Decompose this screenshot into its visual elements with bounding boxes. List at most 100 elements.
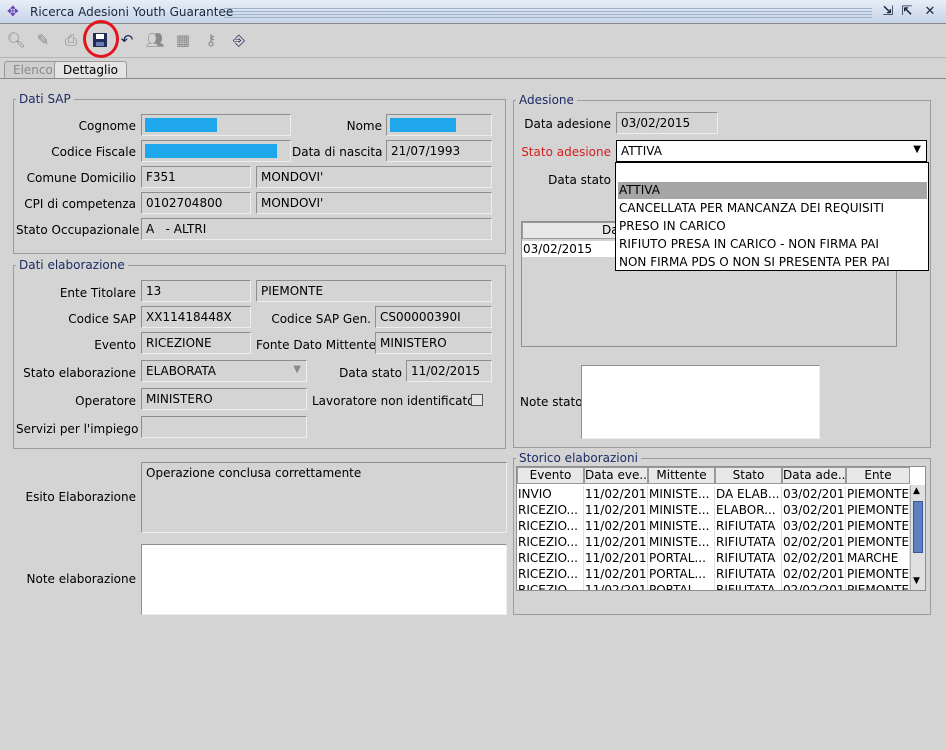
- scroll-thumb[interactable]: [913, 501, 923, 553]
- table-cell: PIEMONTE: [846, 486, 910, 502]
- table-cell: 11/02/2015: [584, 534, 648, 550]
- codice-fiscale-field[interactable]: [141, 140, 291, 162]
- table-cell: PORTAL...: [648, 582, 715, 590]
- data-nascita-label: Data di nascita: [292, 145, 383, 159]
- adesione-title: Adesione: [516, 93, 577, 107]
- dropdown-option[interactable]: PRESO IN CARICO: [618, 218, 927, 235]
- dropdown-option[interactable]: NON FIRMA PDS O NON SI PRESENTA PER PAI: [618, 254, 927, 271]
- codice-fiscale-label: Codice Fiscale: [51, 145, 136, 159]
- data-nascita-field[interactable]: 21/07/1993: [386, 140, 492, 162]
- table-row[interactable]: RICEZIO... 11/02/2015 MINISTE... RIFIUTATA 0…: [517, 518, 910, 534]
- codice-sap-field[interactable]: XX11418448X: [141, 306, 251, 328]
- storico-column-header[interactable]: Evento: [517, 467, 584, 484]
- dropdown-option[interactable]: [618, 164, 927, 181]
- tab-dettaglio[interactable]: Dettaglio: [54, 61, 128, 79]
- storico-column-header[interactable]: Data ade...: [782, 467, 846, 484]
- storico-column-header[interactable]: Data eve...: [584, 467, 648, 484]
- table-cell: 03/02/2015: [782, 502, 846, 518]
- close-icon[interactable]: ✕: [922, 4, 938, 20]
- table-cell: PIEMONTE: [846, 582, 910, 590]
- table-cell: PIEMONTE: [846, 502, 910, 518]
- evento-field[interactable]: RICEZIONE: [141, 332, 251, 354]
- cognome-label: Cognome: [78, 119, 136, 133]
- lavoratore-label: Lavoratore non identificato: [312, 394, 475, 408]
- print-icon[interactable]: ⎙: [60, 29, 82, 51]
- maximize-icon[interactable]: ⇱: [899, 4, 915, 20]
- lavoratore-checkbox[interactable]: [471, 394, 483, 406]
- data-stato-field[interactable]: 11/02/2015: [406, 360, 492, 382]
- redaction-bar: [390, 118, 456, 132]
- fonte-field[interactable]: MINISTERO: [375, 332, 492, 354]
- servizi-field[interactable]: [141, 416, 307, 438]
- dati-sap-title: Dati SAP: [16, 92, 74, 106]
- table-row[interactable]: RICEZIO... 11/02/2015 PORTAL... RIFIUTATA 02…: [517, 582, 910, 590]
- codice-sap-label: Codice SAP: [68, 312, 136, 326]
- operatore-field[interactable]: MINISTERO: [141, 388, 307, 410]
- stato-adesione-select[interactable]: ATTIVA ▼: [616, 140, 927, 162]
- table-cell: 11/02/2015: [584, 502, 648, 518]
- comune-code-field[interactable]: F351: [141, 166, 251, 188]
- stato-adesione-label: Stato adesione: [521, 145, 611, 159]
- table-cell: MINISTE...: [648, 486, 715, 502]
- data-adesione-field[interactable]: 03/02/2015: [616, 112, 718, 134]
- cpi-name-field[interactable]: MONDOVI': [256, 192, 492, 214]
- stato-occ-field[interactable]: A - ALTRI: [141, 218, 492, 240]
- users-icon[interactable]: 👥︎: [144, 29, 166, 51]
- dropdown-option[interactable]: RIFIUTO PRESA IN CARICO - NON FIRMA PAI: [618, 236, 927, 253]
- table-row[interactable]: RICEZIO... 11/02/2015 MINISTE... RIFIUTATA 0…: [517, 534, 910, 550]
- nome-label: Nome: [346, 119, 382, 133]
- toolbar: 🔍︎ ✎ ⎙ ↶ 👥︎ ▦ ⚷ ⎆: [0, 25, 946, 58]
- ente-code-field[interactable]: 13: [141, 280, 251, 302]
- table-cell: INVIO: [517, 486, 584, 502]
- undo-icon[interactable]: ↶: [116, 29, 138, 51]
- comune-label: Comune Domicilio: [26, 171, 136, 185]
- table-row[interactable]: RICEZIO... 11/02/2015 PORTAL... RIFIUTATA 02…: [517, 550, 910, 566]
- cpi-code-field[interactable]: 0102704800: [141, 192, 251, 214]
- table-row[interactable]: RICEZIO... 11/02/2015 PORTAL... RIFIUTATA 02…: [517, 566, 910, 582]
- restore-icon[interactable]: ⇲: [880, 4, 896, 20]
- table-row[interactable]: RICEZIO... 11/02/2015 MINISTE... ELABOR... 0…: [517, 502, 910, 518]
- table-cell: 11/02/2015: [584, 550, 648, 566]
- title-bar[interactable]: ✥ Ricerca Adesioni Youth Guarantee ⇲ ⇱ ✕: [0, 0, 946, 24]
- cognome-field[interactable]: [141, 114, 291, 136]
- stato-elab-select[interactable]: ELABORATA ▼: [141, 360, 307, 382]
- table-cell: 02/02/2015: [782, 534, 846, 550]
- storico-scrollbar[interactable]: ▲ ▼: [910, 485, 925, 590]
- exit-icon[interactable]: ⎆: [228, 29, 250, 51]
- save-highlight-circle: [83, 20, 119, 58]
- dati-elab-title: Dati elaborazione: [16, 258, 128, 272]
- nome-field[interactable]: [386, 114, 492, 136]
- note-stato-textarea[interactable]: [581, 365, 820, 439]
- table-cell: RIFIUTATA: [715, 550, 782, 566]
- table-cell: PORTAL...: [648, 566, 715, 582]
- stato-adesione-dropdown-list: ATTIVA CANCELLATA PER MANCANZA DEI REQUI…: [615, 162, 929, 271]
- scroll-down-icon[interactable]: ▼: [913, 576, 920, 586]
- stato-adesione-value: ATTIVA: [621, 144, 662, 158]
- table-cell: 03/02/2015: [782, 486, 846, 502]
- operatore-label: Operatore: [75, 394, 136, 408]
- storico-column-header[interactable]: Mittente: [648, 467, 715, 484]
- storico-column-header[interactable]: Stato: [715, 467, 782, 484]
- storico-column-header[interactable]: Ente: [846, 467, 910, 484]
- table-cell: RIFIUTATA: [715, 566, 782, 582]
- table-cell: 02/02/2015: [782, 550, 846, 566]
- table-row[interactable]: 03/02/2015: [522, 241, 622, 257]
- scroll-up-icon[interactable]: ▲: [913, 486, 920, 496]
- key-icon[interactable]: ⚷: [200, 29, 222, 51]
- note-elab-textarea[interactable]: [141, 544, 507, 615]
- dropdown-option[interactable]: ATTIVA: [618, 182, 927, 199]
- search-icon[interactable]: 🔍︎: [5, 29, 27, 51]
- table-row[interactable]: INVIO 11/02/2015 MINISTE... DA ELAB... 03/02…: [517, 486, 910, 502]
- table-cell: RIFIUTATA: [715, 582, 782, 590]
- ente-name-field[interactable]: PIEMONTE: [256, 280, 492, 302]
- document-icon[interactable]: ▦: [172, 29, 194, 51]
- dropdown-option[interactable]: CANCELLATA PER MANCANZA DEI REQUISITI: [618, 200, 927, 217]
- app-icon: ✥: [7, 4, 19, 20]
- table-cell: MINISTE...: [648, 534, 715, 550]
- data-stato-label: Data stato: [339, 366, 402, 380]
- chevron-down-icon: ▼: [293, 364, 301, 375]
- edit-icon[interactable]: ✎: [32, 29, 54, 51]
- esito-textarea[interactable]: Operazione conclusa correttamente: [141, 462, 507, 533]
- codice-sap-gen-field[interactable]: CS00000390I: [375, 306, 492, 328]
- comune-name-field[interactable]: MONDOVI': [256, 166, 492, 188]
